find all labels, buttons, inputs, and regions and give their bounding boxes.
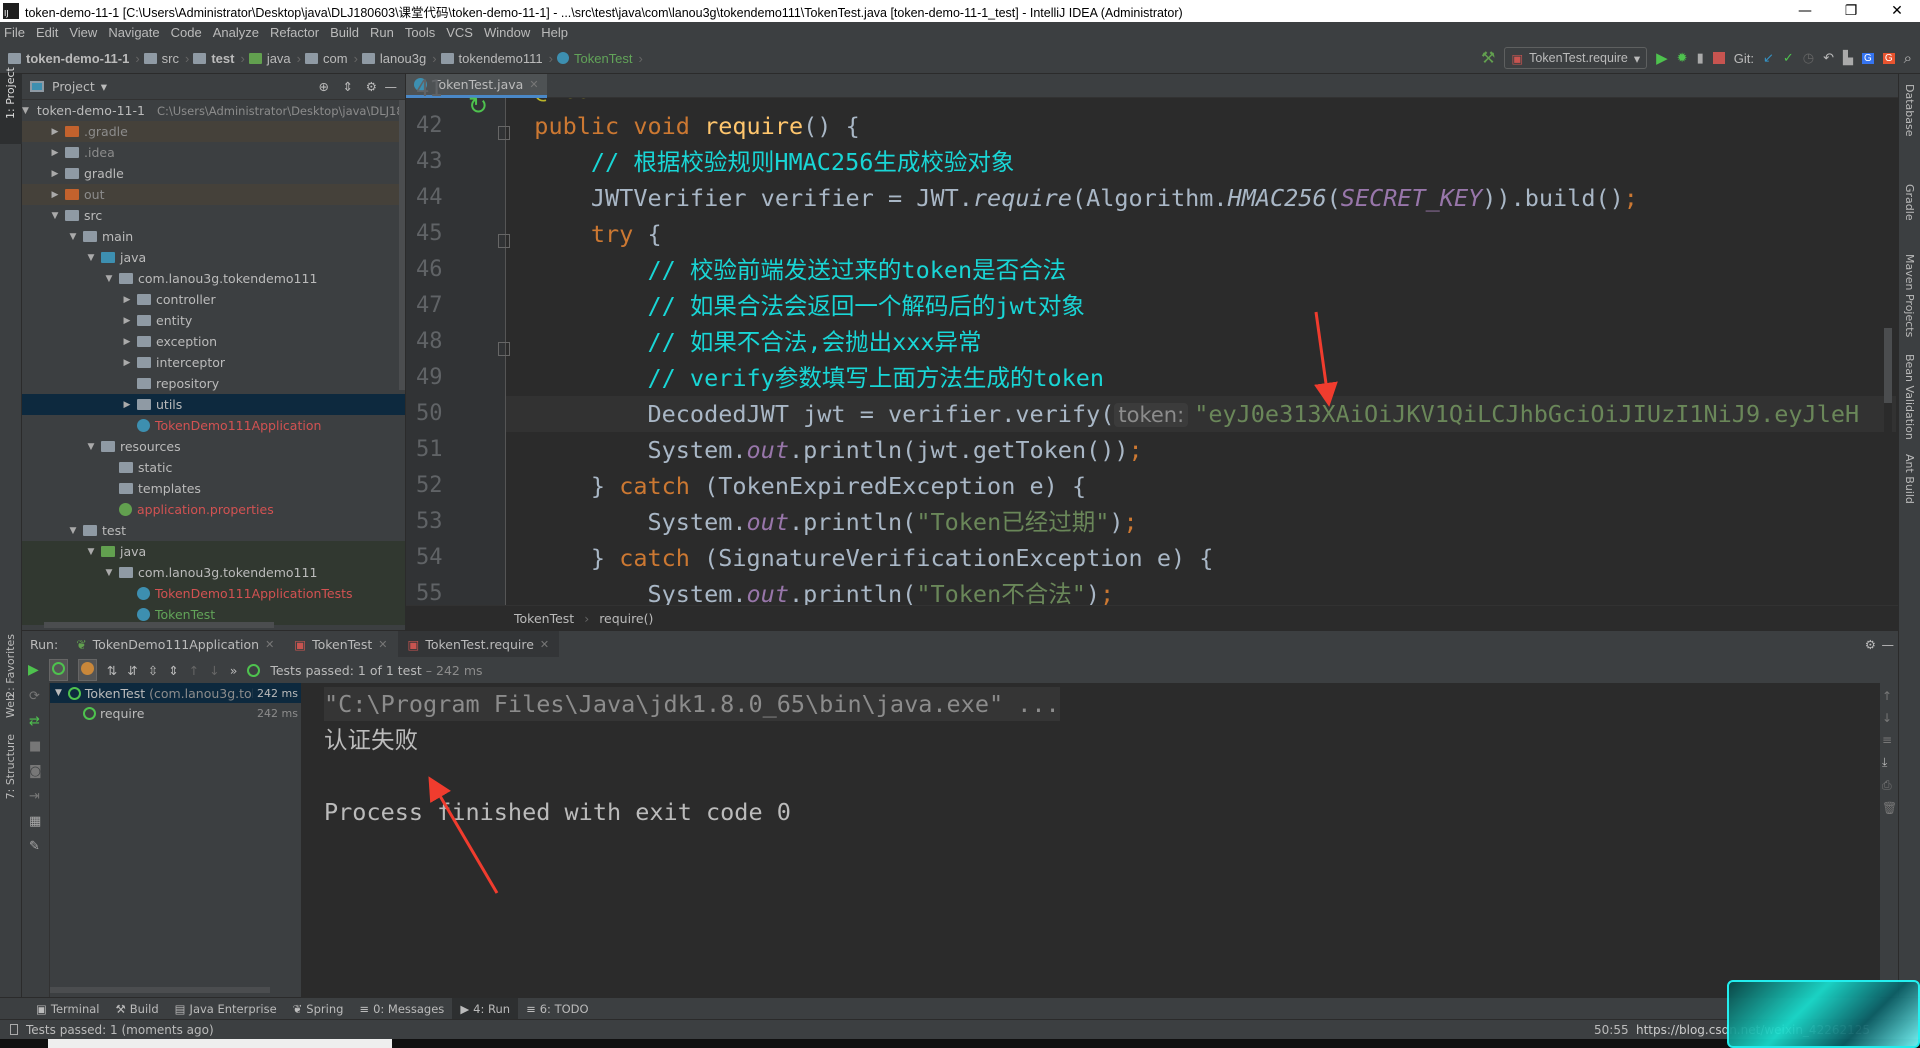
annotation-arrows [428, 311, 1338, 894]
annotation-arrow-token [1314, 311, 1338, 407]
annotation-arrow-output [428, 776, 499, 894]
